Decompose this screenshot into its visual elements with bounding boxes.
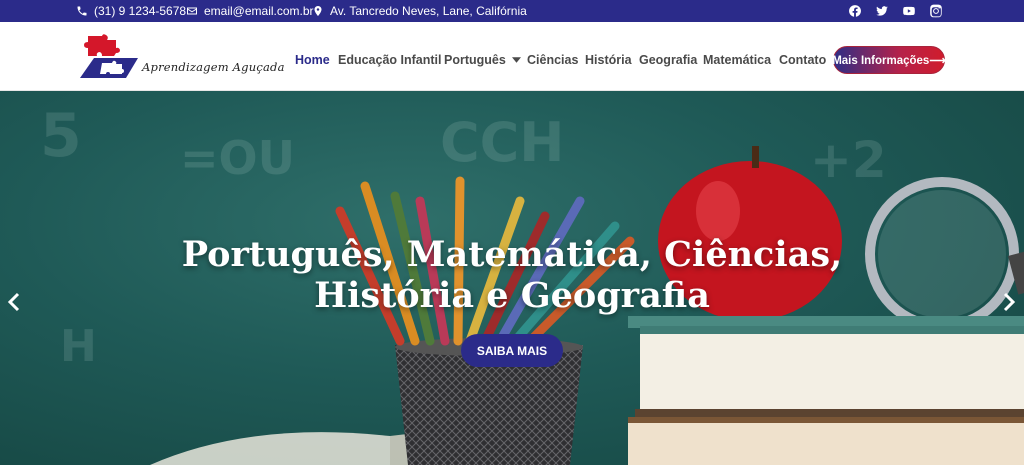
youtube-icon — [903, 6, 915, 16]
address-info: Av. Tancredo Neves, Lane, Califórnia — [312, 0, 527, 22]
hero-title-line-1: Português, Matemática, Ciências, — [181, 234, 843, 275]
chevron-down-icon — [511, 57, 521, 63]
facebook-link[interactable] — [848, 0, 862, 22]
email-info[interactable]: email@email.com.br — [186, 0, 314, 22]
twitter-icon — [876, 6, 888, 16]
nav-item-historia[interactable]: História — [585, 53, 632, 67]
logo[interactable]: Aprendizagem Aguçada — [80, 34, 288, 78]
nav-item-matematica[interactable]: Matemática — [703, 53, 771, 67]
chevron-left-icon — [7, 292, 20, 312]
logo-text: Aprendizagem Aguçada — [142, 60, 285, 74]
learn-more-button[interactable]: SAIBA MAIS — [461, 334, 563, 367]
phone-text: (31) 9 1234-5678 — [94, 4, 187, 18]
top-info-bar: (31) 9 1234-5678 email@email.com.br Av. … — [0, 0, 1024, 22]
site-header: Aprendizagem Aguçada Home Educação Infan… — [0, 22, 1024, 91]
phone-icon — [77, 6, 87, 16]
nav-item-contato[interactable]: Contato — [779, 53, 826, 67]
nav-item-geografia[interactable]: Geografia — [639, 53, 697, 67]
slider-next-button[interactable] — [1001, 291, 1017, 313]
email-text: email@email.com.br — [204, 4, 314, 18]
nav-item-home[interactable]: Home — [295, 53, 330, 67]
chevron-right-icon — [1003, 292, 1016, 312]
twitter-link[interactable] — [875, 0, 889, 22]
address-text: Av. Tancredo Neves, Lane, Califórnia — [330, 4, 527, 18]
nav-item-educacao-infantil[interactable]: Educação Infantil — [338, 53, 442, 67]
hero-title-line-2: História e Geografia — [314, 275, 710, 316]
facebook-icon — [849, 5, 861, 17]
instagram-icon — [930, 4, 942, 18]
more-info-button[interactable]: Mais Informações⟶ — [832, 46, 946, 74]
nav-item-portugues[interactable]: Português — [444, 53, 521, 67]
hero-title: Português, Matemática, Ciências, Históri… — [0, 234, 1024, 316]
slider-prev-button[interactable] — [6, 291, 22, 313]
nav-item-ciencias[interactable]: Ciências — [527, 53, 578, 67]
puzzle-logo-icon — [80, 34, 138, 78]
youtube-link[interactable] — [902, 0, 916, 22]
instagram-link[interactable] — [929, 0, 943, 22]
phone-info[interactable]: (31) 9 1234-5678 — [76, 0, 186, 22]
envelope-icon — [187, 7, 197, 15]
location-pin-icon — [314, 6, 322, 16]
hero-slider: 5 =OU CCH +2 H Português, Matemática, Ci… — [0, 91, 1024, 465]
